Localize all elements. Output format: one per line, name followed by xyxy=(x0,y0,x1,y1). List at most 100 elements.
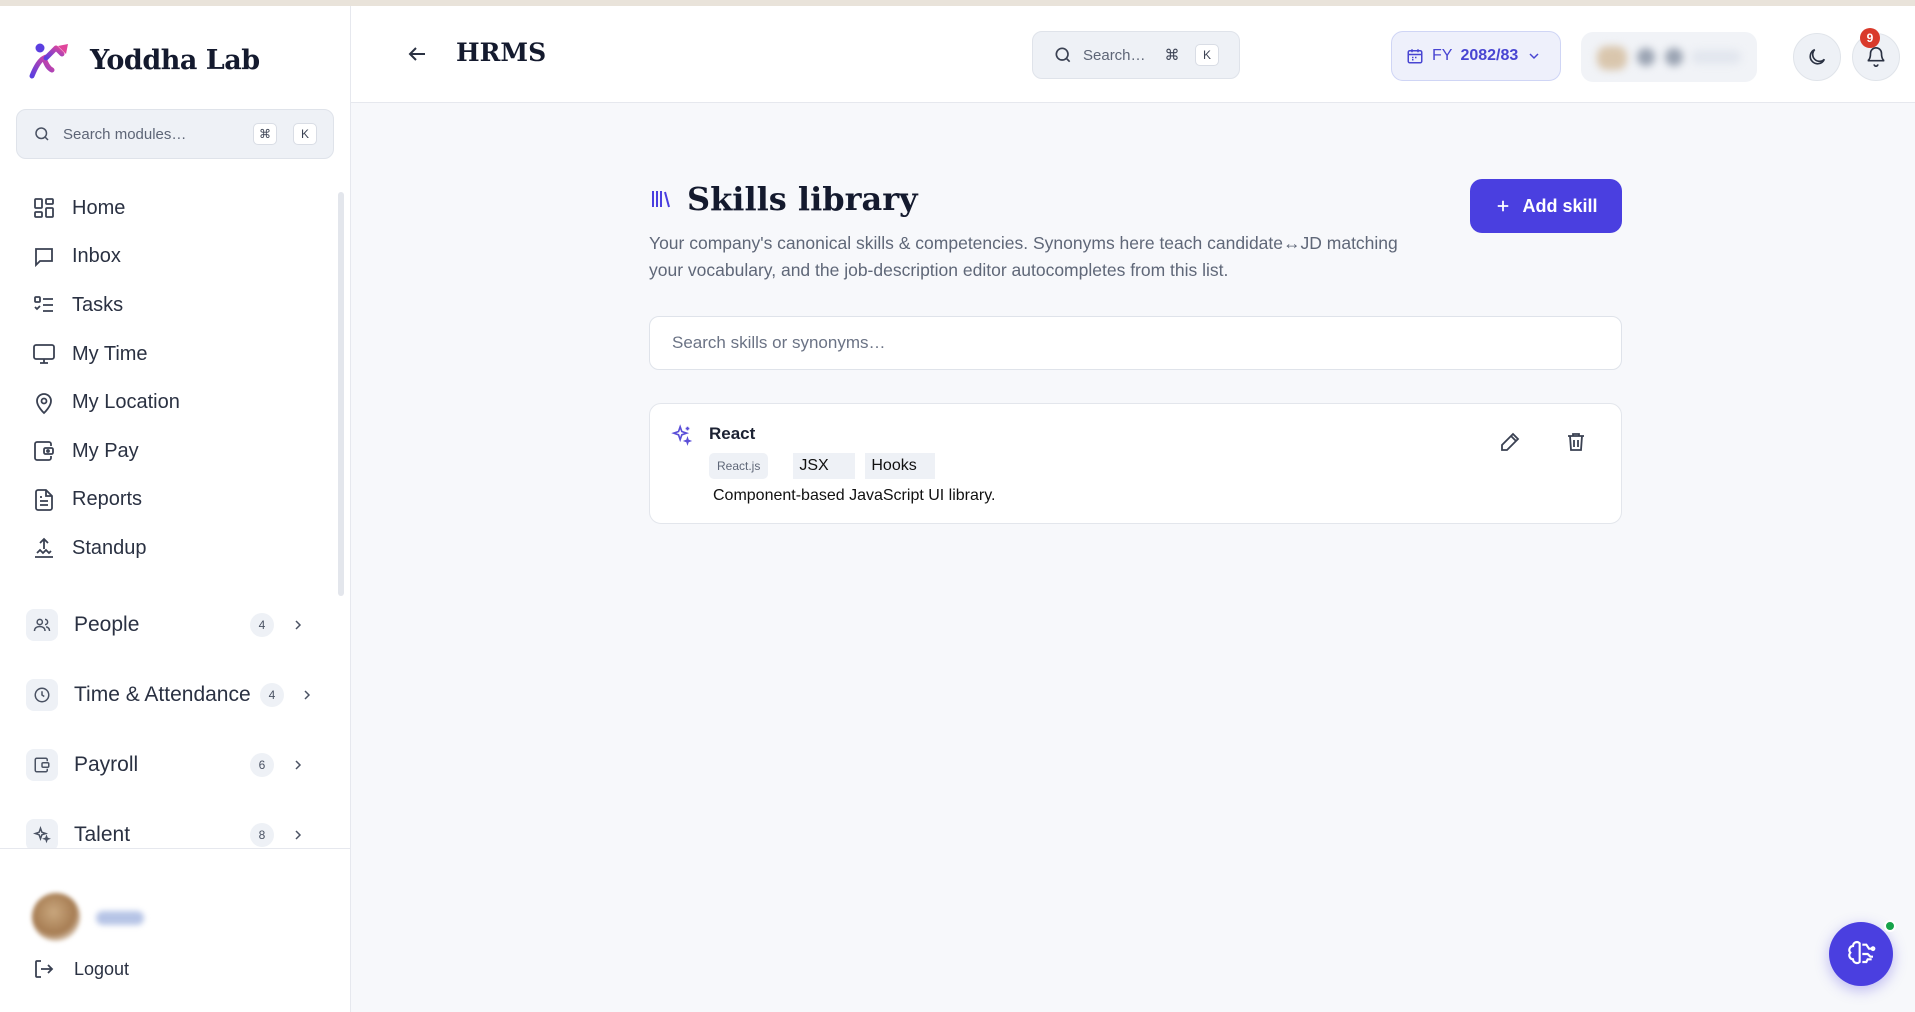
module-search-placeholder: Search modules… xyxy=(63,125,187,143)
sidebar-item-label: My Pay xyxy=(72,439,139,462)
synonym-list: React.js JSX Hooks xyxy=(709,453,936,479)
k-key: K xyxy=(293,123,317,145)
sidebar-item-label: My Time xyxy=(72,342,148,365)
global-search-input[interactable]: Search… ⌘ K xyxy=(1032,31,1240,79)
sidebar-item-inbox[interactable]: Inbox xyxy=(0,233,330,282)
online-status-dot xyxy=(1884,920,1896,932)
logout-icon xyxy=(35,960,54,978)
synonym-chip: JSX xyxy=(793,453,856,479)
chevron-right-icon xyxy=(295,830,302,840)
theme-toggle-button[interactable] xyxy=(1793,33,1841,81)
document-icon xyxy=(35,488,53,511)
edit-pencil-icon[interactable] xyxy=(1498,430,1522,454)
sidebar-item-label: Standup xyxy=(72,536,147,559)
group-count-badge: 6 xyxy=(250,753,274,777)
sidebar-item-tasks[interactable]: Tasks xyxy=(0,281,330,330)
bell-icon xyxy=(1867,47,1885,67)
library-icon xyxy=(652,191,670,208)
sidebar-group-payroll[interactable]: Payroll 6 xyxy=(0,730,330,800)
assistant-fab-button[interactable] xyxy=(1829,922,1893,986)
chevron-right-icon xyxy=(295,620,302,630)
clock-icon xyxy=(26,679,58,711)
sidebar-item-label: Reports xyxy=(72,488,143,511)
users-icon xyxy=(26,609,58,641)
group-count-badge: 8 xyxy=(250,823,274,847)
group-count-badge: 4 xyxy=(250,613,274,637)
skill-name: React xyxy=(709,424,756,443)
synonym-chip: Hooks xyxy=(865,453,936,479)
group-label: Time & Attendance xyxy=(74,683,251,706)
brand[interactable]: Yoddha Lab xyxy=(26,36,260,84)
sidebar-groups: People 4 Time & Attendance 4 Payroll 6 T… xyxy=(0,590,330,870)
skill-description: Component-based JavaScript UI library. xyxy=(713,487,996,504)
command-key: ⌘ xyxy=(1164,47,1180,64)
group-label: Talent xyxy=(74,823,131,846)
sidebar-item-my-pay[interactable]: My Pay xyxy=(0,427,330,476)
skill-search-input[interactable]: Search skills or synonyms… xyxy=(649,316,1622,370)
calendar-icon xyxy=(1407,49,1423,64)
moon-icon xyxy=(1809,48,1826,65)
brain-icon xyxy=(1848,940,1876,965)
page-description: Your company's canonical skills & compet… xyxy=(649,233,1398,280)
page-title: Skills library xyxy=(687,180,918,218)
group-label: People xyxy=(74,613,140,636)
sidebar-item-label: Home xyxy=(72,196,126,219)
group-label: Payroll xyxy=(74,753,139,776)
sidebar-item-standup[interactable]: Standup xyxy=(0,524,330,573)
group-count-badge: 4 xyxy=(260,683,284,707)
grid-icon xyxy=(34,198,54,219)
skill-card[interactable]: React React.js JSX Hooks Component-based… xyxy=(649,403,1622,524)
logout-label: Logout xyxy=(74,958,130,979)
module-search-input[interactable]: Search modules… ⌘ K xyxy=(16,109,334,159)
back-arrow-icon[interactable] xyxy=(405,42,429,66)
sidebar-item-my-location[interactable]: My Location xyxy=(0,378,330,427)
sidebar-item-label: Inbox xyxy=(72,245,121,268)
skill-search-placeholder: Search skills or synonyms… xyxy=(672,333,886,352)
sidebar: Yoddha Lab Search modules… ⌘ K Home Inbo… xyxy=(0,6,351,1012)
sidebar-nav: Home Inbox Tasks My Time My Location My … xyxy=(0,184,330,573)
sparkles-icon xyxy=(671,424,693,446)
sidebar-item-my-time[interactable]: My Time xyxy=(0,330,330,379)
sidebar-item-label: My Location xyxy=(72,391,180,414)
logout-button[interactable]: Logout xyxy=(32,957,129,981)
sidebar-item-label: Tasks xyxy=(72,293,124,316)
sidebar-group-people[interactable]: People 4 xyxy=(0,590,330,660)
fiscal-year-prefix: FY xyxy=(1432,47,1453,64)
trash-icon[interactable] xyxy=(1564,430,1588,454)
avatar[interactable] xyxy=(32,893,80,941)
upload-icon xyxy=(35,538,53,559)
brand-name: Yoddha Lab xyxy=(90,44,260,76)
user-name-blurred xyxy=(96,911,144,925)
fiscal-year-value: 2082/83 xyxy=(1460,47,1519,64)
chevron-down-icon xyxy=(1529,53,1539,60)
wallet-icon xyxy=(34,441,54,462)
monitor-icon xyxy=(33,344,55,364)
sparkles-icon xyxy=(26,819,58,851)
global-search-placeholder: Search… xyxy=(1083,46,1146,64)
brand-logo-icon xyxy=(29,43,68,79)
add-skill-button[interactable]: Add skill xyxy=(1470,179,1622,233)
sidebar-item-reports[interactable]: Reports xyxy=(0,476,330,525)
chevron-right-icon xyxy=(295,760,302,770)
message-icon xyxy=(35,247,53,268)
sidebar-footer: Logout xyxy=(0,848,350,1012)
k-key: K xyxy=(1195,44,1219,66)
page-heading: Skills library xyxy=(649,180,918,218)
sidebar-group-time-attendance[interactable]: Time & Attendance 4 xyxy=(0,660,330,730)
fiscal-year-selector[interactable]: FY 2082/83 xyxy=(1391,31,1561,81)
wallet-icon xyxy=(26,749,58,781)
user-menu-blurred[interactable] xyxy=(1581,32,1757,82)
add-skill-label: Add skill xyxy=(1522,195,1598,216)
search-icon xyxy=(35,127,49,141)
plus-icon xyxy=(1498,200,1509,212)
page-header-title: HRMS xyxy=(456,38,547,67)
command-key: ⌘ xyxy=(253,123,277,145)
sidebar-scrollbar-thumb[interactable] xyxy=(338,192,344,596)
tasks-icon xyxy=(34,296,53,313)
chevron-right-icon xyxy=(304,690,311,700)
notification-count-badge: 9 xyxy=(1860,28,1880,48)
map-pin-icon xyxy=(36,392,52,414)
search-icon xyxy=(1055,47,1071,63)
sidebar-item-home[interactable]: Home xyxy=(0,184,330,233)
top-header: HRMS Search… ⌘ K FY 2082/83 xyxy=(351,6,1915,103)
